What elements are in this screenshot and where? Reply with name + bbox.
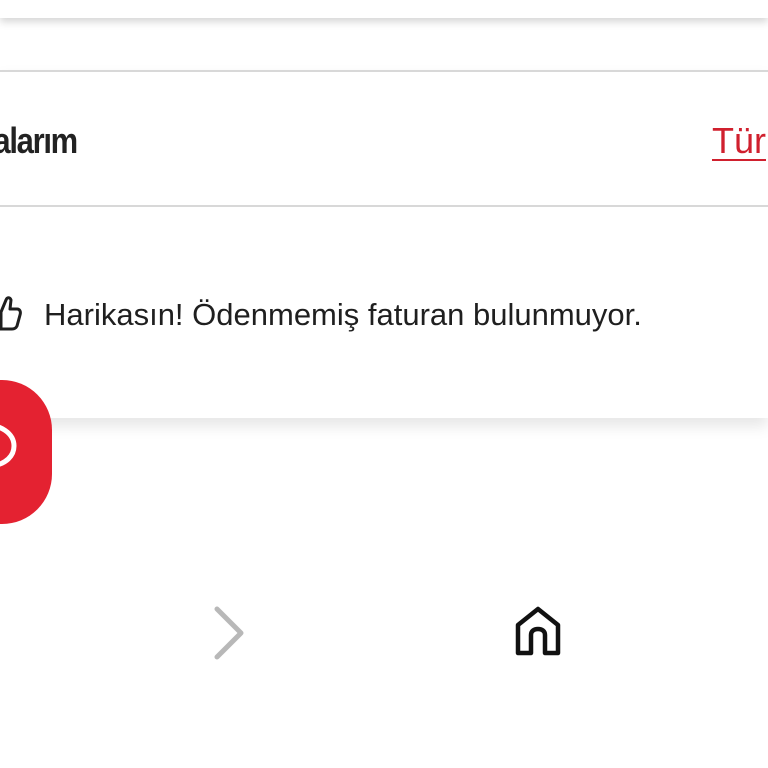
no-unpaid-bills-message: Harikasın! Ödenmemiş faturan bulunmuyor. — [44, 297, 642, 332]
top-card — [0, 0, 768, 18]
home-icon[interactable] — [513, 605, 563, 659]
bills-section: turalarım Tür Harikasın! Ödenmemiş fatur… — [0, 70, 768, 418]
bills-header: turalarım Tür — [0, 72, 768, 207]
bottom-nav — [0, 575, 768, 768]
bills-title: turalarım — [0, 120, 78, 161]
see-all-link[interactable]: Tür — [712, 120, 766, 162]
chevron-right-icon[interactable] — [208, 603, 252, 663]
empty-state: Harikasın! Ödenmemiş faturan bulunmuyor. — [0, 207, 768, 418]
thumbs-up-icon — [0, 292, 22, 334]
page: turalarım Tür Harikasın! Ödenmemiş fatur… — [0, 0, 768, 768]
chat-button[interactable] — [0, 380, 52, 524]
